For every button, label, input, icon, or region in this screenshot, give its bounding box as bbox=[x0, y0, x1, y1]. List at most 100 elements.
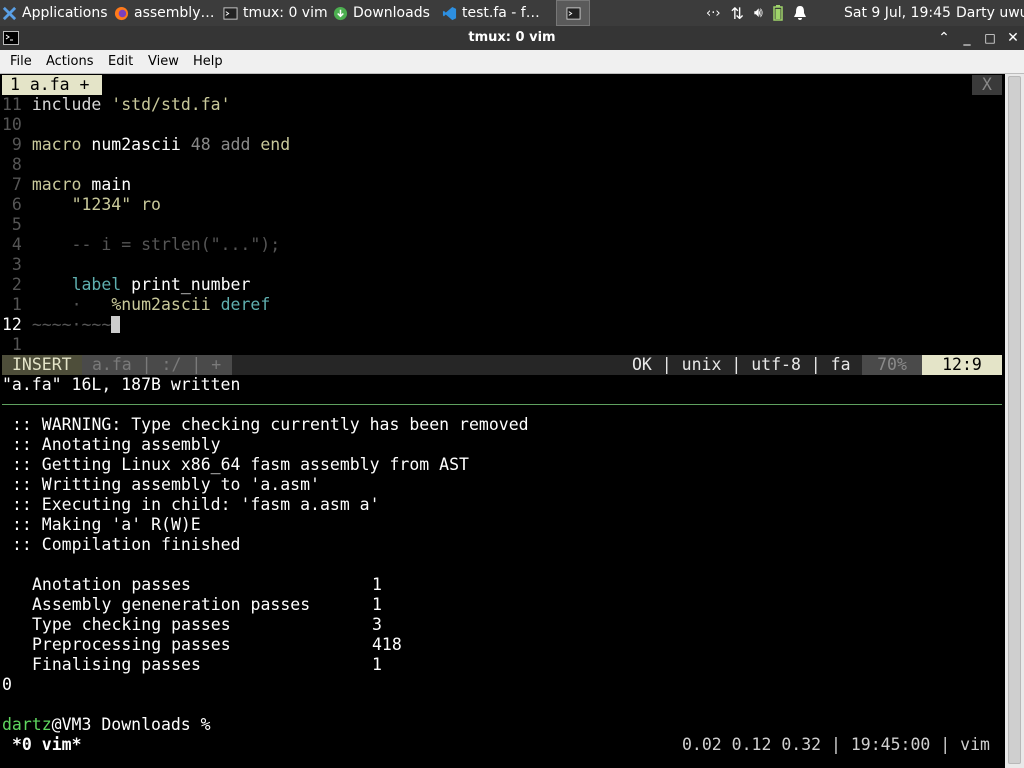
prompt-host-path: @VM3 Downloads % bbox=[51, 715, 221, 734]
output-line: :: Making 'a' R(W)E bbox=[12, 515, 201, 534]
menu-view[interactable]: View bbox=[148, 50, 179, 74]
cursor bbox=[111, 316, 121, 333]
output-line: :: Getting Linux x86_64 fasm assembly fr… bbox=[12, 455, 469, 474]
vim-file-info: a.fa | :/ | + bbox=[82, 355, 232, 375]
pass-value: 1 bbox=[372, 655, 382, 674]
minimize-button[interactable]: ⌃ bbox=[935, 29, 953, 47]
code-text: "1234" ro bbox=[71, 195, 161, 214]
applications-menu[interactable]: Applications ☰ bbox=[2, 0, 108, 26]
terminal-area[interactable]: 1 a.fa + X 11 include 'std/std.fa' 10 9 … bbox=[2, 74, 1003, 768]
code-line: 6 "1234" ro bbox=[2, 195, 161, 215]
code-text: macro main bbox=[31, 175, 132, 194]
vscode-icon bbox=[442, 6, 457, 20]
user-menu[interactable]: Darty uwu bbox=[956, 0, 1024, 26]
code-comment: -- i = strlen("..."); bbox=[31, 235, 281, 254]
terminal-icon[interactable] bbox=[3, 30, 19, 46]
line-number: 1 bbox=[2, 295, 22, 314]
network-icon[interactable]: ‹·› bbox=[706, 6, 721, 21]
clock[interactable]: Sat 9 Jul, 19:45 bbox=[844, 0, 951, 26]
menubar: File Actions Edit View Help bbox=[0, 50, 1024, 74]
vim-tab-close[interactable]: X bbox=[972, 75, 1002, 95]
code-line-current: 12 ~~~~·~~~ bbox=[2, 315, 121, 335]
code-line: 4 -- i = strlen("..."); bbox=[2, 235, 280, 255]
task-vscode[interactable]: test.fa - f… bbox=[442, 0, 548, 26]
pass-value: 1 bbox=[372, 595, 382, 614]
task-downloads[interactable]: Downloads bbox=[333, 0, 437, 26]
line-number: 1 bbox=[2, 335, 22, 354]
firefox-icon bbox=[114, 6, 129, 20]
task-firefox[interactable]: assembly… bbox=[114, 0, 218, 26]
line-number: 6 bbox=[2, 195, 22, 214]
vim-tab-label: 1 a.fa + bbox=[10, 75, 90, 94]
terminal-icon bbox=[565, 6, 581, 20]
code-line: 1 · %num2ascii deref bbox=[2, 295, 270, 315]
code-text: · %num2ascii deref bbox=[71, 295, 271, 314]
line-number: 8 bbox=[2, 155, 22, 174]
line-number: 2 bbox=[2, 275, 22, 294]
menu-edit[interactable]: Edit bbox=[108, 50, 133, 74]
output-line: :: Executing in child: 'fasm a.asm a' bbox=[12, 495, 380, 514]
code-text: include 'std/std.fa' bbox=[31, 95, 231, 114]
vim-encoding-info: OK | unix | utf-8 | fa bbox=[632, 355, 851, 374]
code-line: 8 bbox=[2, 155, 22, 175]
task-label: test.fa - f… bbox=[462, 5, 540, 21]
minimize-icon[interactable]: _ bbox=[958, 29, 976, 47]
pass-label: Assembly geneneration passes bbox=[32, 595, 311, 614]
bell-icon[interactable] bbox=[793, 5, 807, 21]
output-line: :: WARNING: Type checking currently has … bbox=[12, 415, 529, 434]
transfer-icon[interactable]: ⇅ bbox=[731, 4, 744, 23]
close-button[interactable]: ✕ bbox=[1004, 29, 1022, 47]
whitespace-markers: ~~~~·~~~ bbox=[31, 315, 112, 334]
terminal-icon bbox=[223, 6, 238, 20]
pane-separator bbox=[2, 404, 1002, 405]
download-icon bbox=[333, 6, 348, 20]
menu-actions[interactable]: Actions bbox=[46, 50, 94, 74]
output-line: :: Writting assembly to 'a.asm' bbox=[12, 475, 320, 494]
task-terminal-active[interactable] bbox=[556, 0, 590, 26]
pass-value: 3 bbox=[372, 615, 382, 634]
task-label: tmux: 0 vim bbox=[243, 5, 328, 21]
battery-icon[interactable] bbox=[773, 5, 783, 21]
menu-file[interactable]: File bbox=[10, 50, 32, 74]
window-title: tmux: 0 vim bbox=[468, 30, 556, 45]
line-number: 5 bbox=[2, 215, 22, 234]
exit-code: 0 bbox=[2, 675, 12, 694]
shell-prompt[interactable]: dartz@VM3 Downloads % bbox=[2, 715, 221, 735]
vim-percent: 70% bbox=[862, 355, 922, 375]
pass-label: Type checking passes bbox=[32, 615, 231, 634]
vim-message: "a.fa" 16L, 187B written bbox=[2, 375, 241, 394]
tmux-status-right: 0.02 0.12 0.32 | 19:45:00 | vim bbox=[682, 735, 990, 754]
line-number: 3 bbox=[2, 255, 22, 274]
code-line: 9 macro num2ascii 48 add end bbox=[2, 135, 290, 155]
line-number: 11 bbox=[2, 95, 22, 114]
menu-help[interactable]: Help bbox=[193, 50, 223, 74]
volume-icon[interactable]: 🔊︎ bbox=[754, 5, 763, 21]
xfce-mouse-icon bbox=[2, 6, 17, 20]
pass-label: Finalising passes bbox=[32, 655, 201, 674]
line-number: 7 bbox=[2, 175, 22, 194]
code-line: 3 bbox=[2, 255, 22, 275]
line-number: 9 bbox=[2, 135, 22, 154]
code-line: 10 bbox=[2, 115, 22, 135]
line-number: 12 bbox=[2, 315, 22, 334]
scrollbar-thumb[interactable] bbox=[1008, 76, 1021, 764]
window-titlebar[interactable]: tmux: 0 vim ⌃ _ □ ✕ bbox=[0, 26, 1024, 50]
code-text: macro num2ascii 48 add end bbox=[31, 135, 291, 154]
code-text: label print_number bbox=[71, 275, 251, 294]
code-line: 2 label print_number bbox=[2, 275, 250, 295]
code-line: 1 bbox=[2, 335, 22, 355]
code-line: 11 include 'std/std.fa' bbox=[2, 95, 231, 115]
maximize-button[interactable]: □ bbox=[981, 29, 999, 47]
pass-value: 418 bbox=[372, 635, 402, 654]
applications-label: Applications ☰ bbox=[22, 5, 108, 21]
vim-tab[interactable]: 1 a.fa + bbox=[2, 75, 102, 95]
output-line: :: Compilation finished bbox=[12, 535, 241, 554]
top-panel: Applications ☰ assembly… tmux: 0 vim Dow… bbox=[0, 0, 1024, 26]
task-tmux[interactable]: tmux: 0 vim bbox=[223, 0, 329, 26]
task-label: assembly… bbox=[134, 5, 215, 21]
pass-value: 1 bbox=[372, 575, 382, 594]
code-line: 7 macro main bbox=[2, 175, 131, 195]
vim-cursor-position: 12:9 bbox=[922, 355, 1002, 375]
line-number: 4 bbox=[2, 235, 22, 254]
tmux-window-tab[interactable]: *0 vim* bbox=[12, 735, 82, 755]
